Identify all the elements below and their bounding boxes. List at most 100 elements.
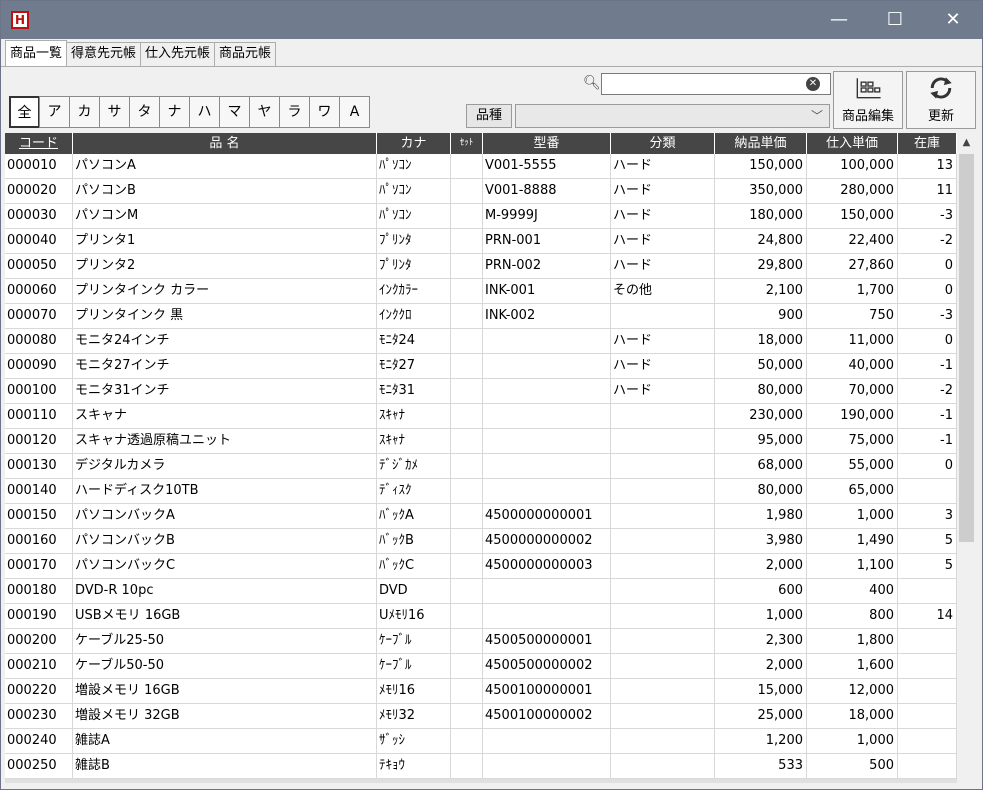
kana-filter-button[interactable]: ア [39,96,70,128]
table-cell: ﾓﾆﾀ27 [377,354,451,378]
kana-filter-button[interactable]: ワ [309,96,340,128]
search-input[interactable] [601,73,831,95]
table-cell: 4500000000002 [483,529,611,553]
kana-filter-button[interactable]: 全 [9,96,40,128]
column-header[interactable]: 型番 [483,133,611,154]
table-cell: 5 [898,529,957,553]
close-button[interactable]: ✕ [925,1,981,39]
table-cell [611,429,715,453]
table-cell: 600 [715,579,807,603]
table-row[interactable]: 000010 パソコンA ﾊﾟｿｺﾝ V001-5555 ハード 150,000 100,0… [5,154,957,179]
table-cell [451,354,483,378]
table-cell: 0 [898,279,957,303]
table-row[interactable]: 000250 雑誌B ﾃｷｮｳ 533 500 [5,754,957,779]
table-row[interactable]: 000100 モニタ31インチ ﾓﾆﾀ31 ハード 80,000 70,000 -2 [5,379,957,404]
table-cell: ハード [611,204,715,228]
table-row[interactable]: 000190 USBメモリ 16GB Uﾒﾓﾘ16 1,000 800 14 [5,604,957,629]
refresh-button[interactable]: 更新 [906,71,976,129]
table-row[interactable]: 000090 モニタ27インチ ﾓﾆﾀ27 ハード 50,000 40,000 -1 [5,354,957,379]
table-row[interactable]: 000240 雑誌A ｻﾞｯｼ 1,200 1,000 [5,729,957,754]
column-header[interactable]: 分類 [611,133,715,154]
table-row[interactable]: 000050 プリンタ2 ﾌﾟﾘﾝﾀ PRN-002 ハード 29,800 27,860 0 [5,254,957,279]
table-row[interactable]: 000210 ケーブル50-50 ｹｰﾌﾞﾙ 4500500000002 2,000 1,… [5,654,957,679]
table-row[interactable]: 000080 モニタ24インチ ﾓﾆﾀ24 ハード 18,000 11,000 0 [5,329,957,354]
column-header[interactable]: 品 名 [73,133,377,154]
scroll-up-icon[interactable]: ▲ [957,133,976,153]
tab-2[interactable]: 仕入先元帳 [140,42,216,66]
scroll-thumb[interactable] [959,154,974,542]
table-cell [611,529,715,553]
table-cell: 80,000 [715,479,807,503]
kana-filter-button[interactable]: ナ [159,96,190,128]
table-cell: 0 [898,329,957,353]
tab-3[interactable]: 商品元帳 [214,42,277,66]
kana-filter-button[interactable]: タ [129,96,160,128]
table-cell: モニタ27インチ [73,354,377,378]
table-cell: プリンタインク カラー [73,279,377,303]
horizontal-scrollbar[interactable] [5,779,957,783]
column-header[interactable]: 仕入単価 [807,133,898,154]
category-select[interactable]: ﹀ [515,104,830,128]
table-row[interactable]: 000040 プリンタ1 ﾌﾟﾘﾝﾀ PRN-001 ハード 24,800 22,400 -2 [5,229,957,254]
clear-search-icon[interactable]: ✕ [806,77,820,91]
table-cell: デジタルカメラ [73,454,377,478]
kana-filter-button[interactable]: ヤ [249,96,280,128]
kana-filter-button[interactable]: ラ [279,96,310,128]
chevron-down-icon: ﹀ [810,109,823,123]
column-header[interactable]: カナ [377,133,451,154]
column-header[interactable]: 在庫 [898,133,957,154]
table-row[interactable]: 000130 デジタルカメラ ﾃﾞｼﾞｶﾒ 68,000 55,000 0 [5,454,957,479]
table-cell: -3 [898,304,957,328]
table-row[interactable]: 000060 プリンタインク カラー ｲﾝｸｶﾗｰ INK-001 その他 2,100 1,… [5,279,957,304]
table-cell [898,754,957,778]
table-cell: スキャナ [73,404,377,428]
table-cell [898,679,957,703]
table-cell: ｽｷｬﾅ [377,429,451,453]
vertical-scrollbar[interactable]: ▲ [957,133,976,779]
table-cell: V001-5555 [483,154,611,178]
table-cell: 230,000 [715,404,807,428]
table-cell: 14 [898,604,957,628]
table-cell: 25,000 [715,704,807,728]
table-row[interactable]: 000230 増設メモリ 32GB ﾒﾓﾘ32 4500100000002 25,000… [5,704,957,729]
kana-filter-button[interactable]: ハ [189,96,220,128]
table-cell: 15,000 [715,679,807,703]
table-row[interactable]: 000070 プリンタインク 黒ｲﾝｸｸﾛ INK-002 900 750 -3 [5,304,957,329]
kana-filter-button[interactable]: カ [69,96,100,128]
table-row[interactable]: 000030 パソコンM ﾊﾟｿｺﾝ M-9999J ハード 180,000 150,000… [5,204,957,229]
kana-filter-button[interactable]: マ [219,96,250,128]
table-row[interactable]: 000120 スキャナ透過原稿ユニット ｽｷｬﾅ 95,000 75,000 -1 [5,429,957,454]
table-cell: 3 [898,504,957,528]
table-row[interactable]: 000200 ケーブル25-50 ｹｰﾌﾞﾙ 4500500000001 2,300 1,… [5,629,957,654]
tab-0[interactable]: 商品一覧 [5,40,68,66]
table-cell: 4500100000002 [483,704,611,728]
edit-product-button[interactable]: 商品編集 [833,71,903,129]
table-row[interactable]: 000180 DVD-R 10pc DVD 600 400 [5,579,957,604]
table-row[interactable]: 000140 ハードディスク10TB ﾃﾞｨｽｸ 80,000 65,000 [5,479,957,504]
table-cell [451,179,483,203]
table-cell: 350,000 [715,179,807,203]
column-header[interactable]: 納品単価 [715,133,807,154]
table-cell: 000060 [5,279,73,303]
tab-1[interactable]: 得意先元帳 [66,42,142,66]
product-table[interactable]: コード品 名カナ ｾｯﾄ 型番 分類 納品単価 仕入単価 在庫 000010 パソコンA ﾊﾟｿ… [5,133,957,779]
table-cell [451,454,483,478]
table-row[interactable]: 000110 スキャナ ｽｷｬﾅ 230,000 190,000 -1 [5,404,957,429]
table-row[interactable]: 000020 パソコンB ﾊﾟｿｺﾝ V001-8888 ハード 350,000 280,0… [5,179,957,204]
table-row[interactable]: 000160 パソコンバックB ﾊﾞｯｸB 4500000000002 3,980 1,4… [5,529,957,554]
title-bar[interactable]: H — ☐ ✕ [1,1,982,39]
column-header[interactable]: コード [5,133,73,154]
table-cell [898,479,957,503]
maximize-button[interactable]: ☐ [867,1,923,39]
table-cell: 50,000 [715,354,807,378]
kana-filter-button[interactable]: A [339,96,370,128]
minimize-button[interactable]: — [811,1,867,39]
table-cell [451,404,483,428]
kana-filter-button[interactable]: サ [99,96,130,128]
table-cell: ﾓﾆﾀ31 [377,379,451,403]
table-row[interactable]: 000220 増設メモリ 16GB ﾒﾓﾘ16 4500100000001 15,000… [5,679,957,704]
table-row[interactable]: 000170 パソコンバックC ﾊﾞｯｸC 4500000000003 2,000 1,1… [5,554,957,579]
column-header[interactable]: ｾｯﾄ [451,133,483,154]
table-cell: その他 [611,279,715,303]
table-row[interactable]: 000150 パソコンバックA ﾊﾞｯｸA 4500000000001 1,980 1,0… [5,504,957,529]
